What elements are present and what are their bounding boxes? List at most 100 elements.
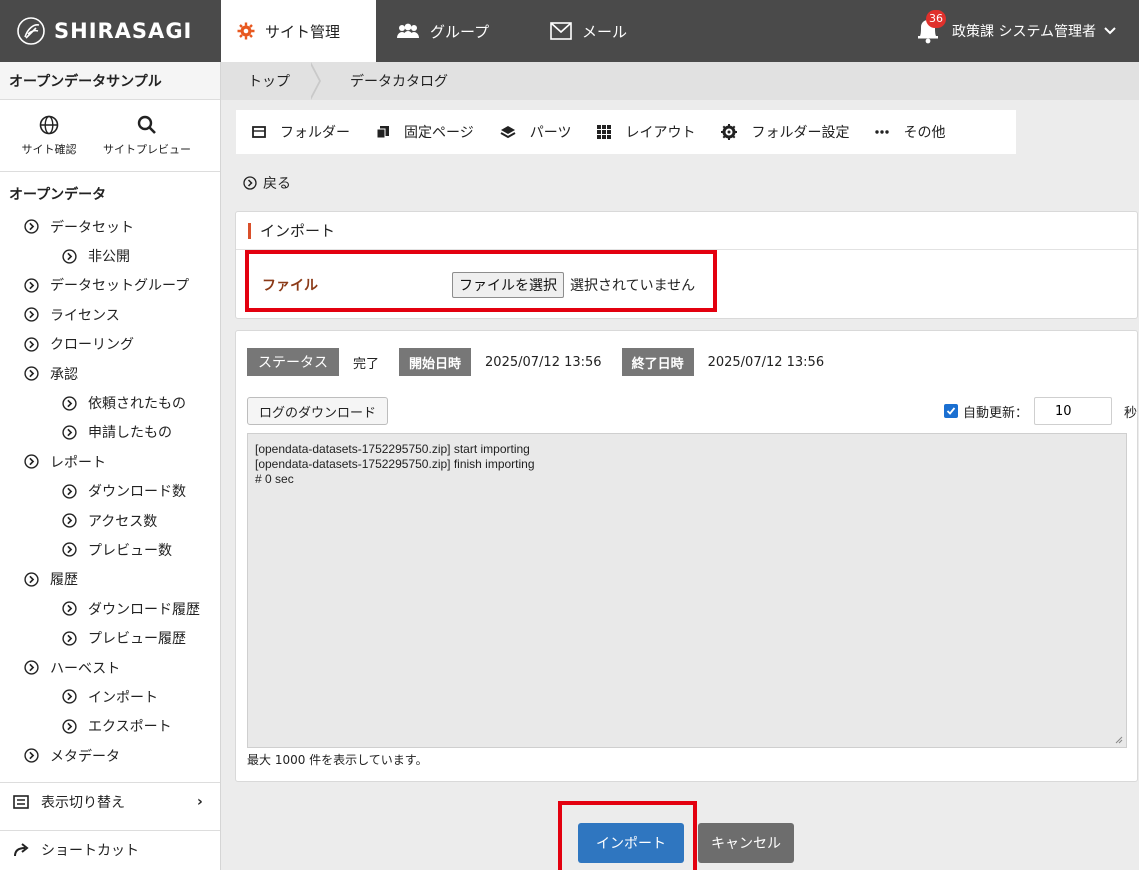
globe-icon xyxy=(39,115,59,134)
sidebar-item-label: データセット xyxy=(50,219,134,236)
toolbar-folder-settings[interactable]: フォルダー設定 xyxy=(721,122,849,142)
breadcrumb: トップ データカタログ xyxy=(221,62,1139,100)
tab-site-management[interactable]: サイト管理 xyxy=(221,0,376,62)
sidebar-item[interactable]: 承認 xyxy=(0,359,220,388)
toolbar-more-label: その他 xyxy=(903,125,946,141)
tab-group[interactable]: グループ xyxy=(380,0,489,62)
sidebar-item[interactable]: プレビュー履歴 xyxy=(0,623,220,652)
toolbar-parts[interactable]: パーツ xyxy=(500,122,572,142)
tab-mail-label: メール xyxy=(582,22,628,41)
user-menu[interactable]: 政策課 システム管理者 xyxy=(952,0,1116,62)
chevron-circle-icon xyxy=(24,454,39,469)
toolbar-pages[interactable]: 固定ページ xyxy=(376,122,474,142)
log-output[interactable]: [opendata-datasets-1752295750.zip] start… xyxy=(247,433,1127,748)
chevron-circle-icon xyxy=(62,425,77,440)
tab-group-label: グループ xyxy=(430,22,490,41)
toolbar-folder[interactable]: フォルダー xyxy=(252,122,350,142)
sidebar-item[interactable]: ダウンロード数 xyxy=(0,477,220,506)
log-line: [opendata-datasets-1752295750.zip] finis… xyxy=(255,457,535,471)
chevron-circle-icon xyxy=(24,660,39,675)
folder-icon xyxy=(252,126,266,138)
auto-refresh-checkbox[interactable] xyxy=(944,404,958,418)
file-status: 選択されていません xyxy=(570,278,696,294)
back-label: 戻る xyxy=(263,176,291,192)
sidebar-item[interactable]: ハーベスト xyxy=(0,653,220,682)
sidebar-item[interactable]: メタデータ xyxy=(0,741,220,770)
log-download-button[interactable]: ログのダウンロード xyxy=(247,397,389,425)
site-view-button[interactable]: サイト確認 xyxy=(0,100,98,171)
resize-grip-icon[interactable] xyxy=(1115,736,1123,744)
start-time-value: 2025/07/12 13:56 xyxy=(485,354,602,370)
sidebar-item[interactable]: 非公開 xyxy=(0,241,220,270)
sidebar-item[interactable]: データセット xyxy=(0,212,220,241)
tab-site-management-label: サイト管理 xyxy=(265,22,341,41)
sidebar-item[interactable]: アクセス数 xyxy=(0,506,220,535)
breadcrumb-home[interactable]: トップ xyxy=(221,62,323,100)
status-tag: ステータス xyxy=(247,348,339,376)
log-limit-note: 最大 1000 件を表示しています。 xyxy=(247,753,428,767)
sidebar-item-label: クローリング xyxy=(50,337,134,354)
sidebar-item[interactable]: データセットグループ xyxy=(0,271,220,300)
sidebar-item-label: 依頼されたもの xyxy=(88,396,186,413)
toolbar-parts-label: パーツ xyxy=(529,125,572,141)
sidebar-item[interactable]: クローリング xyxy=(0,330,220,359)
site-preview-label: サイトプレビュー xyxy=(103,142,191,156)
import-card-header: インポート xyxy=(236,212,1137,250)
pages-icon xyxy=(376,126,389,139)
settings-icon xyxy=(721,124,738,140)
log-line: # 0 sec xyxy=(255,472,294,486)
chevron-circle-icon xyxy=(62,484,77,499)
back-link[interactable]: 戻る xyxy=(243,173,291,193)
status-row: ステータス 完了 開始日時 2025/07/12 13:56 終了日時 2025… xyxy=(247,348,844,376)
chevron-circle-icon xyxy=(62,689,77,705)
user-name: 政策課 システム管理者 xyxy=(952,24,1097,40)
start-time-tag: 開始日時 xyxy=(399,348,472,376)
sidebar-item[interactable]: ダウンロード履歴 xyxy=(0,594,220,623)
sidebar-item-label: インポート xyxy=(88,689,158,706)
cancel-button[interactable]: キャンセル xyxy=(698,823,794,863)
toolbar-more[interactable]: その他 xyxy=(875,122,945,142)
sidebar-item-label: ダウンロード数 xyxy=(88,484,186,501)
sidebar-tools: サイト確認 サイトプレビュー xyxy=(0,100,220,172)
site-view-label: サイト確認 xyxy=(21,142,77,156)
chevron-circle-icon xyxy=(243,176,257,190)
title-accent-bar xyxy=(248,222,251,239)
sidebar-item[interactable]: 履歴 xyxy=(0,565,220,594)
sidebar-item-label: 申請したもの xyxy=(88,425,172,442)
sidebar-item-label: プレビュー履歴 xyxy=(88,631,186,648)
chevron-circle-icon xyxy=(62,513,77,528)
sidebar-menu: データセット非公開 データセットグループ ライセンスクローリング 承認 依頼されたもの申… xyxy=(0,212,220,770)
content-toolbar: フォルダー 固定ページ パーツ レイアウト フォルダー設定 その他 xyxy=(236,110,1016,154)
sidebar-item[interactable]: エクスポート xyxy=(0,712,220,741)
import-card-title: インポート xyxy=(260,222,336,240)
sidebar-site-name[interactable]: オープンデータサンプル xyxy=(0,62,220,100)
sidebar-item[interactable]: 依頼されたもの xyxy=(0,388,220,417)
sidebar-item-label: メタデータ xyxy=(50,748,120,765)
tab-mail[interactable]: メール xyxy=(538,0,627,62)
chevron-circle-icon xyxy=(62,248,77,264)
site-preview-button[interactable]: サイトプレビュー xyxy=(98,100,196,171)
sidebar-item[interactable]: インポート xyxy=(0,682,220,711)
sidebar-item-label: レポート xyxy=(50,454,106,471)
brand-logo[interactable]: SHIRASAGI xyxy=(0,0,221,62)
chevron-circle-icon xyxy=(62,601,77,616)
chevron-circle-icon xyxy=(62,719,77,734)
choose-file-button[interactable]: ファイルを選択 xyxy=(452,272,564,298)
sidebar-item[interactable]: プレビュー数 xyxy=(0,535,220,564)
shortcut-button[interactable]: ショートカット xyxy=(0,830,220,868)
users-icon xyxy=(396,23,420,39)
sidebar-item[interactable]: 申請したもの xyxy=(0,418,220,447)
display-toggle-icon xyxy=(13,794,29,809)
toolbar-layout[interactable]: レイアウト xyxy=(597,122,695,142)
sidebar-item-label: 承認 xyxy=(50,366,78,383)
breadcrumb-current: データカタログ xyxy=(350,74,448,90)
auto-refresh-seconds-input[interactable] xyxy=(1034,397,1112,425)
notification-badge: 36 xyxy=(926,10,946,28)
sidebar-item[interactable]: ライセンス xyxy=(0,300,220,329)
chevron-down-icon xyxy=(1104,27,1116,35)
chevron-circle-icon xyxy=(24,307,39,322)
import-button[interactable]: インポート xyxy=(578,823,684,863)
display-toggle-button[interactable]: 表示切り替え › xyxy=(0,782,220,820)
sidebar-item[interactable]: レポート xyxy=(0,447,220,476)
chevron-circle-icon xyxy=(24,366,39,381)
